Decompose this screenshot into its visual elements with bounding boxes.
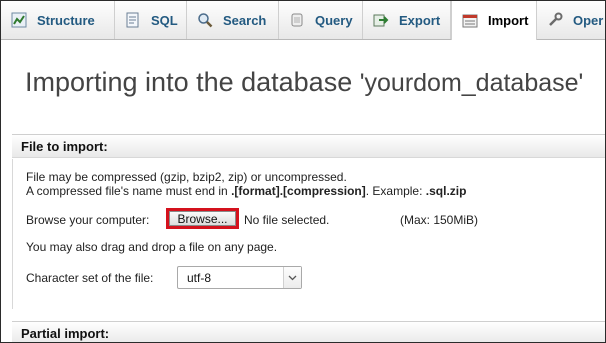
tab-label: Oper bbox=[573, 12, 604, 28]
tab-sql[interactable]: SQL bbox=[115, 1, 187, 39]
import-icon bbox=[462, 13, 478, 29]
drag-drop-hint: You may also drag and drop a file on any… bbox=[26, 240, 278, 254]
tab-export[interactable]: Export bbox=[363, 1, 451, 39]
section-border bbox=[12, 159, 13, 309]
operations-icon bbox=[547, 12, 563, 28]
tab-label: Query bbox=[315, 12, 353, 28]
tab-query[interactable]: Query bbox=[279, 1, 363, 39]
sql-icon bbox=[125, 12, 141, 28]
note-prefix: A compressed file's name must end in bbox=[26, 184, 232, 198]
compression-note: File may be compressed (gzip, bzip2, zip… bbox=[26, 170, 347, 184]
max-upload-size: (Max: 150MiB) bbox=[400, 213, 479, 227]
structure-icon bbox=[11, 12, 27, 28]
compression-format-note: A compressed file's name must end in .[f… bbox=[26, 184, 466, 198]
charset-select[interactable]: utf-8 bbox=[177, 266, 302, 289]
tab-import[interactable]: Import bbox=[451, 1, 537, 40]
database-name: 'yourdom_database' bbox=[359, 69, 584, 97]
tab-bar: Structure SQL Search Query Export Import… bbox=[1, 1, 605, 40]
tab-label: Export bbox=[399, 12, 441, 28]
tab-operations[interactable]: Oper bbox=[537, 1, 605, 39]
charset-value: utf-8 bbox=[187, 271, 212, 285]
tab-label: Structure bbox=[37, 12, 95, 28]
file-import-legend: File to import: bbox=[21, 139, 108, 154]
format-pattern: .[format].[compression] bbox=[231, 184, 366, 198]
browse-button[interactable]: Browse... bbox=[169, 211, 236, 226]
file-import-header: File to import: bbox=[12, 134, 605, 158]
example-filename: .sql.zip bbox=[425, 184, 467, 198]
tab-label: SQL bbox=[151, 12, 178, 28]
file-status: No file selected. bbox=[244, 213, 330, 227]
tab-structure[interactable]: Structure bbox=[1, 1, 115, 39]
partial-import-legend: Partial import: bbox=[21, 326, 110, 341]
query-icon bbox=[289, 12, 305, 28]
charset-label: Character set of the file: bbox=[26, 271, 154, 285]
tab-search[interactable]: Search bbox=[187, 1, 279, 39]
export-icon bbox=[373, 12, 389, 28]
page-title: Importing into the database 'yourdom_dat… bbox=[25, 67, 583, 98]
import-page: Structure SQL Search Query Export Import… bbox=[0, 0, 606, 343]
browse-label: Browse your computer: bbox=[26, 213, 150, 227]
chevron-down-icon bbox=[283, 267, 301, 288]
note-mid: . Example: bbox=[365, 184, 426, 198]
tab-label: Import bbox=[488, 13, 529, 28]
page-title-text: Importing into the database bbox=[25, 67, 353, 97]
partial-import-header: Partial import: bbox=[12, 321, 605, 342]
search-icon bbox=[197, 12, 213, 28]
tab-label: Search bbox=[223, 12, 267, 28]
